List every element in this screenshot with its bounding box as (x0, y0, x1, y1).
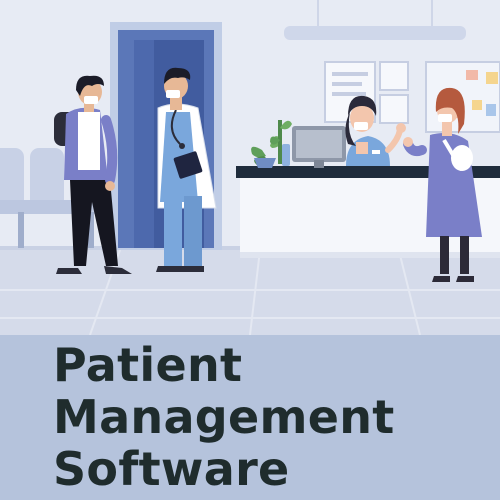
title-line-2: Management (53, 390, 395, 444)
poster-title: Patient Management Software (53, 339, 493, 495)
computer-monitor-icon (292, 126, 346, 168)
title-line-3: Software (53, 442, 290, 496)
poster: Patient Management Software (0, 0, 500, 500)
hospital-lobby-illustration (0, 0, 500, 335)
title-line-1: Patient (53, 338, 243, 392)
